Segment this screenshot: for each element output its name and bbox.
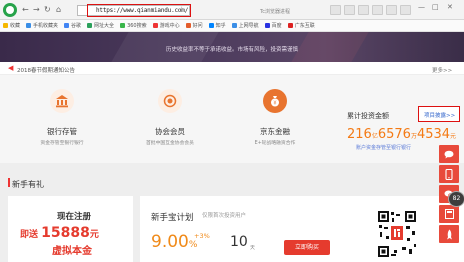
- notice-more-link[interactable]: 更多>>: [432, 66, 452, 74]
- amount-yuan: 4534: [416, 127, 451, 142]
- speed-badge[interactable]: 82: [448, 191, 464, 207]
- plan-days-unit: 天: [250, 245, 256, 251]
- extension-icon[interactable]: [372, 5, 383, 15]
- plan-days: 10: [230, 234, 248, 250]
- feature-bank-custody[interactable]: 银行存管 资金存管至银行银行: [22, 89, 102, 146]
- register-heading: 现在注册: [57, 212, 92, 222]
- bookmark-item[interactable]: 网址大全: [87, 22, 114, 29]
- feature-title: 京东金融: [260, 127, 290, 136]
- bookmark-icon: [208, 23, 214, 28]
- extension-icon[interactable]: [386, 5, 397, 15]
- bookmark-icon: [264, 23, 270, 28]
- feature-title: 协会会员: [155, 127, 185, 136]
- speaker-icon: ◀: [8, 64, 14, 72]
- risk-disclaimer: 历史收益率不等于承诺收益。市场有风险，投资需谨慎: [165, 47, 298, 53]
- unit-yuan: 元: [450, 133, 457, 140]
- money-bag-icon: ¥: [263, 89, 287, 113]
- mobile-app-icon[interactable]: [439, 165, 459, 183]
- buy-now-button[interactable]: 立即购买: [284, 240, 330, 255]
- notice-link[interactable]: 2018春节假期通知公告: [17, 66, 75, 74]
- extension-icon[interactable]: [358, 5, 369, 15]
- plan-tag: 仅限首次投资用户: [202, 213, 247, 219]
- register-virtual-principal: 虚拟本金: [52, 246, 92, 257]
- notice-bar: ◀ 2018春节假期通知公告 更多>>: [0, 62, 464, 75]
- bookmark-icon: [152, 23, 158, 28]
- feature-desc: E+轮战略融资合作: [254, 141, 296, 146]
- cumulative-note[interactable]: 账户资金存管至银行银行: [356, 144, 411, 151]
- badge-icon: [158, 89, 182, 113]
- plan-rate: 9.00%: [151, 232, 198, 252]
- feature-title: 银行存管: [47, 127, 77, 136]
- browser-logo-icon: [3, 3, 17, 17]
- bookmark-icon: [64, 23, 70, 28]
- bookmark-icon: [287, 23, 293, 28]
- section-accent: [8, 178, 10, 187]
- feature-desc: 资金存管至银行银行: [40, 141, 84, 146]
- register-bonus: 即送 15888元: [20, 225, 99, 241]
- refresh-icon[interactable]: ↻: [44, 6, 51, 14]
- section-title: 新手有礼: [12, 180, 44, 189]
- cumulative-title: 累计投资金额: [347, 112, 389, 120]
- amount-wan: 6576: [377, 127, 411, 142]
- bookmark-item[interactable]: 上网导航: [231, 22, 259, 29]
- bookmark-item[interactable]: 手机收藏夹: [26, 22, 58, 29]
- home-icon[interactable]: ⌂: [56, 6, 61, 14]
- search-box[interactable]: Tc浏览器进程: [260, 8, 290, 15]
- plan-bonus-rate: +3%: [194, 232, 210, 240]
- bookmark-item[interactable]: 知乎: [208, 22, 226, 29]
- feature-jd-finance[interactable]: ¥ 京东金融 E+轮战略融资合作: [235, 89, 315, 146]
- plan-name[interactable]: 新手宝计划: [151, 211, 194, 223]
- calculator-icon[interactable]: [439, 205, 459, 223]
- bookmark-icon: [87, 23, 93, 28]
- bookmark-item[interactable]: 好问: [185, 22, 203, 29]
- address-url[interactable]: https://www.qianmiandu.com/: [96, 7, 188, 14]
- bookmark-item[interactable]: 游戏中心: [152, 22, 180, 29]
- bookmark-item[interactable]: 广东互联: [287, 22, 315, 29]
- bookmark-icon: [26, 23, 32, 28]
- forward-icon[interactable]: →: [33, 6, 40, 14]
- svg-text:¥: ¥: [273, 101, 276, 107]
- minimize-button[interactable]: —: [418, 3, 425, 11]
- close-button[interactable]: ✕: [447, 3, 453, 11]
- bookmarks-bar: 收藏 手机收藏夹 谷歌 网址大全 360搜索 游戏中心 好问 知乎 上网导航 百…: [0, 20, 464, 32]
- maximize-button[interactable]: □: [432, 3, 439, 11]
- bookmark-icon: [231, 23, 237, 28]
- qr-code: [376, 209, 418, 259]
- toolbar-icons: [330, 5, 411, 15]
- extension-icon[interactable]: [330, 5, 341, 15]
- amount-yi: 216: [347, 127, 372, 142]
- chat-icon[interactable]: [439, 145, 459, 163]
- bank-icon: [50, 89, 74, 113]
- bookmark-icon: [120, 23, 126, 28]
- browser-titlebar: ← → ↻ ⌂ https://www.qianmiandu.com/ ☆ Tc…: [0, 0, 464, 20]
- bookmark-item[interactable]: 百度: [264, 22, 282, 29]
- feature-association-member[interactable]: 协会会员 首批中国互金协会会员: [130, 89, 210, 146]
- extension-icon[interactable]: [400, 5, 411, 15]
- feature-desc: 首批中国互金协会会员: [146, 141, 194, 146]
- bookmark-item[interactable]: 谷歌: [64, 22, 81, 29]
- project-disclosure-label[interactable]: 项目披露>>: [424, 111, 455, 119]
- bookmark-icon: [3, 23, 8, 28]
- cumulative-amount: 216亿6576万4534元: [347, 128, 456, 144]
- extension-icon[interactable]: [344, 5, 355, 15]
- hero-banner[interactable]: 历史收益率不等于承诺收益。市场有风险，投资需谨慎: [0, 32, 464, 62]
- bonus-amount: 15888: [41, 225, 90, 241]
- back-icon[interactable]: ←: [22, 6, 29, 14]
- bookmark-item[interactable]: 360搜索: [120, 22, 147, 29]
- rocket-top-icon[interactable]: [439, 225, 459, 243]
- bookmark-star-icon[interactable]: ☆: [178, 6, 185, 14]
- bookmark-item[interactable]: 收藏: [3, 22, 20, 29]
- bookmark-icon: [185, 23, 191, 28]
